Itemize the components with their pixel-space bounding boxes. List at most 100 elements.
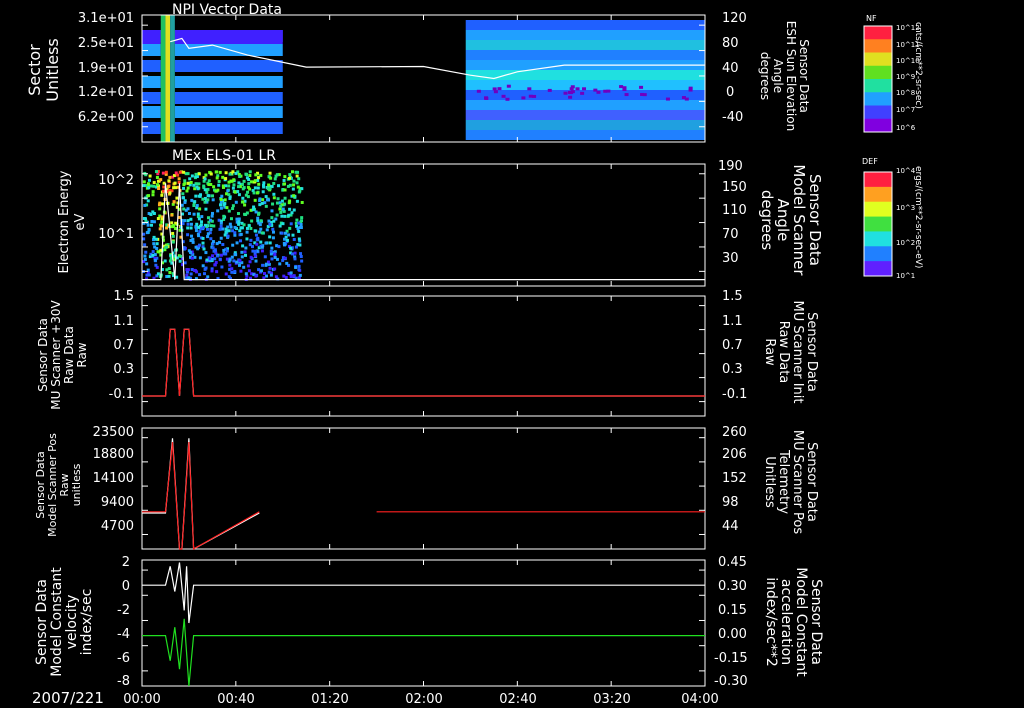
spectro-speck [219,236,223,240]
svg-text:unitless: unitless [70,463,83,506]
spectro-speck [178,170,182,174]
spectro-speck [287,233,291,237]
spectro-speck [245,237,249,241]
spectro-speck [216,209,220,213]
spectro-speck [568,95,573,99]
spectro-speck [277,245,281,249]
panel-1-left-label: Electron Energy eV [57,170,88,273]
spectro-speck [146,199,150,203]
spectro-speck [288,183,292,187]
spectro-speck [268,222,272,226]
spectro-row [142,106,161,118]
spectro-speck [206,187,210,191]
spectro-speck [156,217,160,221]
spectro-speck [292,183,296,187]
spectro-speck [171,240,175,244]
svg-text:ESH Sun Elevation: ESH Sun Elevation [784,21,798,131]
spectro-speck [151,193,155,197]
spectro-speck [187,276,191,280]
spectro-speck [295,174,299,178]
svg-text:10^11: 10^11 [896,41,920,49]
colorbar-swatch [864,246,892,262]
svg-text:ergs/(cm**2-sr-sec-eV): ergs/(cm**2-sr-sec-eV) [913,166,923,268]
y2-tick: 110 [722,203,747,218]
spectro-speck [166,185,170,189]
spectro-speck [283,214,287,218]
spectro-speck [186,233,190,237]
y-tick: 0.7 [113,338,134,353]
spectro-speck [235,260,239,264]
spectro-speck [279,204,283,208]
spectro-speck [160,220,164,224]
spectro-speck [171,234,175,238]
spectro-speck [269,176,273,180]
spectro-speck [183,200,187,204]
panel-4-left-ticks: 2 0 -2 -4 -6 -8 [117,555,130,689]
spectro-speck [283,175,287,179]
spectro-speck [196,247,200,251]
spectro-speck [225,257,229,261]
spectro-speck [294,265,298,269]
spectro-speck [175,196,179,200]
spectro-speck [210,258,214,262]
spectro-speck [270,216,274,220]
panel-0-right-ticks: 120 80 40 0 -40 [722,11,747,125]
spectro-speck [570,85,575,89]
spectro-speck [173,181,177,185]
spectro-speck [151,190,155,194]
colorbar-1-title: DEF [862,157,878,166]
spectro-speck [195,204,199,208]
spectro-speck [220,265,224,269]
spectro-speck [201,264,205,268]
spectro-speck [172,200,176,204]
spectro-speck [288,207,292,211]
spectro-speck [211,194,215,198]
spectro-speck [272,192,276,196]
scanner-pos-raw-line [142,438,260,550]
spectro-speck [206,275,210,279]
time-tick: 01:20 [311,692,348,707]
panel-2-right-ticks: 1.5 1.1 0.7 0.3 -0.1 [722,289,747,402]
y-tick: -2 [117,603,130,618]
spectro-speck [283,182,287,186]
spectro-speck [175,275,179,279]
svg-text:Raw Data: Raw Data [776,321,791,384]
spectro-speck [168,175,172,179]
svg-text:10^7: 10^7 [896,106,915,114]
spectro-speck [144,250,148,254]
spectro-speck [288,173,292,177]
spectro-speck [276,197,280,201]
spectro-speck [212,249,216,253]
spectro-speck [202,247,206,251]
spectro-speck [183,179,187,183]
spectro-speck [207,179,211,183]
spectro-speck [283,256,287,260]
spectro-speck [245,230,249,234]
spectro-speck [237,181,241,185]
colorbar-swatch [864,261,892,277]
svg-text:10^3: 10^3 [896,204,915,212]
panel-3-left-ticks: 23500 18800 14100 9400 4700 [93,425,134,534]
y2-tick: -0.30 [714,674,748,689]
spectro-speck [159,178,163,182]
spectro-speck [275,257,279,261]
spectro-speck [241,187,245,191]
spectro-speck [260,245,264,249]
spectro-speck [258,230,262,234]
svg-text:Unitless: Unitless [762,456,777,508]
spectro-speck [239,239,243,243]
spectro-speck [223,198,227,202]
spectro-speck [593,88,598,92]
spectro-speck [231,229,235,233]
y-tick: 10^2 [98,173,134,188]
spectro-speck [251,208,255,212]
spectro-speck [189,217,193,221]
spectro-speck [226,189,230,193]
spectro-speck [146,223,150,227]
spectro-speck [505,97,510,101]
spectro-speck [273,267,277,271]
spectro-speck [292,274,296,278]
y-tick: 1.9e+01 [78,61,134,76]
spectro-speck [161,171,165,175]
spectro-speck [270,257,274,261]
